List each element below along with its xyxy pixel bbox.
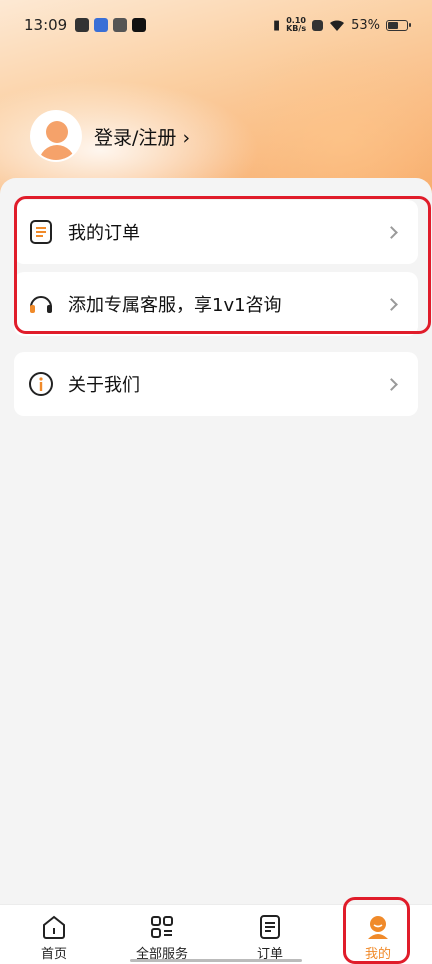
network-speed: 0.10 KB/s [286,17,306,33]
about-us-row[interactable]: 关于我们 [14,352,418,416]
tab-orders[interactable]: 订单 [216,905,324,964]
menu-label: 添加专属客服，享1v1咨询 [68,295,282,316]
wifi-icon [330,19,345,31]
status-bar: 13:09 ▮ 0.10 KB/s 53% [0,0,432,50]
home-icon [43,915,65,939]
menu-panel: 我的订单 添加专属客服，享1v1咨询 关于我们 [0,178,432,904]
headset-icon [30,296,52,313]
login-entry[interactable]: 登录/注册 › [30,110,190,162]
menu-label: 我的订单 [68,223,140,244]
mail-icon [75,18,90,32]
tab-label: 我的 [364,947,391,962]
status-time: 13:09 [24,16,68,34]
info-icon [29,372,53,396]
vibrate-icon: ▮ [272,17,281,33]
grid-icon [151,916,173,938]
chevron-right-icon [385,297,398,311]
link-icon [113,18,128,32]
battery-percent: 53% [351,17,380,33]
customer-service-row[interactable]: 添加专属客服，享1v1咨询 [14,272,418,336]
menu-label: 关于我们 [68,375,140,396]
network-speed-unit: KB/s [286,24,307,33]
tab-label: 首页 [40,947,67,962]
order-doc-icon [260,915,280,939]
battery-icon [386,19,411,31]
app-notification-icon [94,18,109,32]
tab-mine[interactable]: 我的 [324,905,432,964]
chevron-right-icon [385,377,398,391]
bottom-tab-bar: 首页 全部服务 订单 我的 [0,904,432,964]
login-register-link[interactable]: 登录/注册 › [94,123,190,150]
sim-off-icon [312,19,324,31]
notification-icons [75,18,147,32]
tab-home[interactable]: 首页 [0,905,108,964]
tiktok-icon [132,18,147,32]
tab-all-services[interactable]: 全部服务 [108,905,216,964]
avatar [30,110,82,162]
home-indicator[interactable] [130,959,302,962]
user-icon [368,916,388,939]
order-doc-icon [30,220,52,244]
my-orders-row[interactable]: 我的订单 [14,200,418,264]
chevron-right-icon [385,225,398,239]
system-icons: ▮ 0.10 KB/s 53% [272,17,411,33]
